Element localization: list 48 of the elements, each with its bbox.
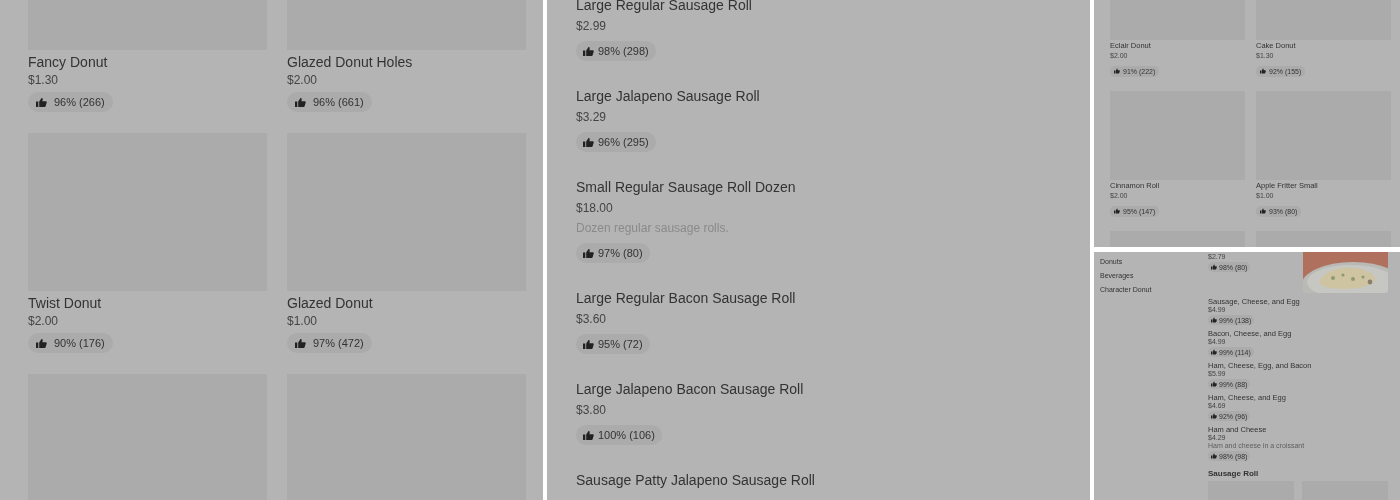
rating-badge: 100% (106) [576, 425, 662, 445]
thumbs-up-icon [1114, 208, 1120, 214]
thumbs-up-icon [1114, 68, 1120, 74]
rating-badge: 97% (80) [576, 243, 650, 263]
item-name: Small Regular Sausage Roll Dozen [576, 178, 797, 196]
thumbs-up-icon [583, 429, 594, 441]
item-name: Large Regular Sausage Roll [576, 0, 753, 14]
rating-badge: 95% (72) [576, 334, 650, 354]
thumbs-up-icon [295, 96, 306, 108]
rating-badge: 98% (298) [576, 41, 656, 61]
rating-badge: 90% (176) [28, 333, 113, 353]
item-name: Twist Donut [28, 294, 103, 312]
thumbs-up-icon [583, 45, 594, 57]
rating-badge: 96% (266) [28, 92, 113, 112]
thumbs-up-icon [583, 247, 594, 259]
item-price: $1.00 [287, 313, 319, 330]
item-price: $2.00 [287, 72, 319, 89]
item-price: $1.30 [28, 72, 60, 89]
thumbs-up-icon [583, 136, 594, 148]
item-price: $2.00 [28, 313, 60, 330]
thumbs-up-icon [1211, 413, 1217, 419]
item-name: Fancy Donut [28, 53, 109, 71]
rating-badge: 97% (472) [287, 333, 372, 353]
item-price: $3.60 [576, 311, 608, 328]
thumbs-up-icon [1260, 68, 1266, 74]
item-name: Large Regular Bacon Sausage Roll [576, 289, 797, 307]
thumbs-up-icon [1211, 264, 1217, 270]
item-name: Glazed Donut [287, 294, 374, 312]
thumbs-up-icon [295, 337, 306, 349]
thumbs-up-icon [1211, 317, 1217, 323]
item-price: $3.29 [576, 109, 608, 126]
item-name: Large Jalapeno Bacon Sausage Roll [576, 380, 805, 398]
item-price: $3.80 [576, 402, 608, 419]
thumbs-up-icon [1211, 381, 1217, 387]
thumbs-up-icon [1211, 349, 1217, 355]
section-heading: Sausage Roll [1208, 469, 1259, 479]
rating-badge: 96% (295) [576, 132, 656, 152]
item-price: $2.99 [576, 18, 608, 35]
item-name: Glazed Donut Holes [287, 53, 414, 71]
thumbs-up-icon [1211, 453, 1217, 459]
item-price: $18.00 [576, 200, 614, 217]
thumbs-up-icon [36, 337, 47, 349]
item-name: Large Jalapeno Sausage Roll [576, 87, 761, 105]
thumbs-up-icon [583, 338, 594, 350]
thumbs-up-icon [1260, 208, 1266, 214]
thumbs-up-icon [36, 96, 47, 108]
rating-badge: 96% (661) [287, 92, 372, 112]
item-name: Sausage Patty Jalapeno Sausage Roll [576, 471, 816, 489]
